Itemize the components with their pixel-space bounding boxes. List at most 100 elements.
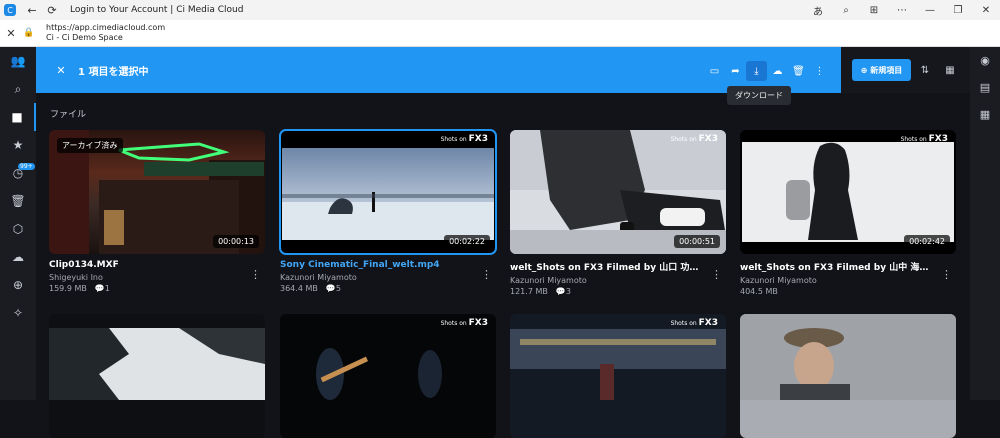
file-owner: Kazunori Miyamoto xyxy=(740,276,817,285)
video-thumbnail[interactable]: Shots on FX3 00:02:22 xyxy=(279,129,497,255)
delete-icon[interactable]: 🗑 xyxy=(788,61,809,81)
video-thumbnail[interactable]: Shots on FX3 xyxy=(280,314,496,438)
duration-badge: 00:00:13 xyxy=(213,235,259,248)
video-thumbnail[interactable] xyxy=(740,314,956,438)
left-sidebar: 👥 ⌕ ■ ★ ◷ 99+ 🗑 ⬡ ☁ ⊕ ✧ xyxy=(0,47,36,400)
url-text[interactable]: https://app.cimediacloud.com xyxy=(46,23,165,33)
new-item-button[interactable]: ⊕ 新規項目 xyxy=(852,59,911,81)
download-tooltip: ダウンロード xyxy=(727,86,791,105)
grid-view-icon[interactable]: ▦ xyxy=(939,65,961,76)
folder-icon[interactable]: ■ xyxy=(0,103,36,131)
comment-icon[interactable]: ▤ xyxy=(970,74,1000,101)
preview-icon[interactable]: ▭ xyxy=(704,61,725,81)
info-icon[interactable]: ▦ xyxy=(970,101,1000,128)
browser-titlebar: C ← ⟳ Login to Your Account | Ci Media C… xyxy=(0,0,1000,20)
card-menu-icon[interactable]: ⋮ xyxy=(250,268,261,281)
file-name[interactable]: Clip0134.MXF xyxy=(49,260,245,270)
recent-badge: 99+ xyxy=(18,163,35,170)
more-vert-icon[interactable]: ⋮ xyxy=(809,61,830,81)
card-menu-icon[interactable]: ⋮ xyxy=(711,268,722,281)
video-thumbnail[interactable]: アーカイブ済み 00:00:13 xyxy=(49,130,265,254)
file-card[interactable]: Shots on FX3 xyxy=(510,314,726,438)
search-icon[interactable]: ⌕ xyxy=(0,75,36,103)
clear-selection-icon[interactable]: ✕ xyxy=(46,64,76,77)
comment-icon: 💬 xyxy=(555,287,566,296)
new-item-label: 新規項目 xyxy=(870,65,903,75)
right-sidebar: ◉ ▤ ▦ xyxy=(970,47,1000,400)
watermark-brand: FX3 xyxy=(698,134,718,144)
comment-icon: 💬 xyxy=(94,284,105,293)
section-title: ファイル xyxy=(50,110,87,120)
file-owner: Kazunori Miyamoto xyxy=(280,273,357,282)
card-menu-icon[interactable]: ⋮ xyxy=(941,268,952,281)
upload-icon[interactable]: ⊕ xyxy=(0,271,36,299)
file-card[interactable] xyxy=(740,314,956,438)
watermark-prefix: Shots on xyxy=(440,320,467,327)
recent-icon[interactable]: ◷ 99+ xyxy=(0,159,36,187)
cloud-icon[interactable]: ☁ xyxy=(0,243,36,271)
file-name[interactable]: welt_Shots on FX3 Filmed by 山中 海輝.m... xyxy=(740,260,936,273)
close-icon[interactable]: ✕ xyxy=(0,27,22,40)
video-thumbnail[interactable]: Shots on FX3 00:00:51 xyxy=(510,130,726,254)
duration-badge: 00:02:22 xyxy=(444,235,490,248)
eye-icon[interactable]: ◉ xyxy=(970,47,1000,74)
more-icon[interactable]: ⋯ xyxy=(888,5,916,16)
maximize-button[interactable]: ❐ xyxy=(944,5,972,16)
tab-title: Login to Your Account | Ci Media Cloud xyxy=(70,5,244,15)
comment-count: 1 xyxy=(104,284,110,293)
watermark: Shots on FX3 xyxy=(671,318,718,328)
reload-icon[interactable]: ⟳ xyxy=(42,0,62,20)
file-card[interactable]: アーカイブ済み 00:00:13 Clip0134.MXF Shigeyuki … xyxy=(49,130,265,293)
trash-icon[interactable]: 🗑 xyxy=(0,187,36,215)
archived-badge: アーカイブ済み xyxy=(57,138,123,153)
selection-toolbar: ✕ 1 項目を選択中 ▭ ➦ ⤓ ☁ 🗑 ⋮ xyxy=(36,47,841,93)
comment-count: 3 xyxy=(565,287,571,296)
duration-badge: 00:02:42 xyxy=(904,235,950,248)
address-bar: ✕ 🔒 https://app.cimediacloud.com Ci - Ci… xyxy=(0,20,1000,47)
close-window-button[interactable]: ✕ xyxy=(972,5,1000,16)
watermark-prefix: Shots on xyxy=(670,136,697,143)
watermark: Shots on FX3 xyxy=(901,134,948,144)
zoom-icon[interactable]: ⌕ xyxy=(832,5,860,16)
file-size: 121.7 MB xyxy=(510,287,548,296)
watermark: Shots on FX3 xyxy=(671,134,718,144)
cloud-upload-icon[interactable]: ☁ xyxy=(767,61,788,81)
file-name[interactable]: Sony Cinematic_Final_welt.mp4 xyxy=(280,260,476,270)
sort-icon[interactable]: ⇅ xyxy=(914,65,936,76)
back-arrow-icon[interactable]: ← xyxy=(22,0,42,20)
app-available-icon[interactable]: ⊞ xyxy=(860,5,888,16)
video-thumbnail[interactable]: Shots on FX3 00:02:42 xyxy=(740,130,956,254)
users-icon[interactable]: 👥 xyxy=(0,47,36,75)
watermark-brand: FX3 xyxy=(468,318,488,328)
card-menu-icon[interactable]: ⋮ xyxy=(481,268,492,281)
watermark-prefix: Shots on xyxy=(900,136,927,143)
file-name[interactable]: welt_Shots on FX3 Filmed by 山口 功貴.m... xyxy=(510,260,706,273)
file-card[interactable]: Shots on FX3 00:02:22 Sony Cinematic_Fin… xyxy=(279,129,497,293)
file-owner: Shigeyuki Ino xyxy=(49,273,103,282)
watermark-prefix: Shots on xyxy=(440,136,467,143)
file-card[interactable]: Shots on FX3 xyxy=(280,314,496,438)
video-thumbnail[interactable]: Shots on FX3 xyxy=(510,314,726,438)
compass-icon[interactable]: ✧ xyxy=(0,299,36,327)
watermark: Shots on FX3 xyxy=(441,134,488,144)
minimize-button[interactable]: — xyxy=(916,5,944,16)
read-aloud-icon[interactable]: あ xyxy=(804,3,832,18)
file-card[interactable]: Shots on FX3 00:02:42 welt_Shots on FX3 … xyxy=(740,130,956,296)
file-card[interactable] xyxy=(49,314,265,438)
lock-icon[interactable]: 🔒 xyxy=(22,28,36,38)
comment-count: 5 xyxy=(335,284,341,293)
video-thumbnail[interactable] xyxy=(49,314,265,438)
watermark-brand: FX3 xyxy=(698,318,718,328)
watermark: Shots on FX3 xyxy=(441,318,488,328)
view-toolbar: ⊕ 新規項目 ⇅ ▦ xyxy=(841,47,970,93)
selection-count: 1 項目を選択中 xyxy=(78,66,149,78)
file-size: 364.4 MB xyxy=(280,284,318,293)
duration-badge: 00:00:51 xyxy=(674,235,720,248)
download-icon[interactable]: ⤓ xyxy=(746,61,767,81)
file-card[interactable]: Shots on FX3 00:00:51 welt_Shots on FX3 … xyxy=(510,130,726,296)
box-icon[interactable]: ⬡ xyxy=(0,215,36,243)
file-size: 159.9 MB xyxy=(49,284,87,293)
star-icon[interactable]: ★ xyxy=(0,131,36,159)
share-icon[interactable]: ➦ xyxy=(725,61,746,81)
watermark-brand: FX3 xyxy=(928,134,948,144)
